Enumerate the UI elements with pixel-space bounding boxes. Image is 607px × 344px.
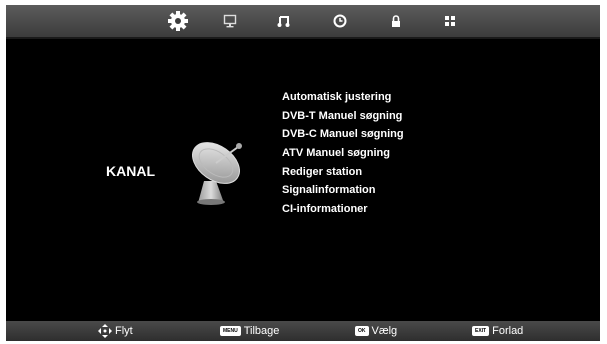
- menu-item-atv-manual-search[interactable]: ATV Manuel søgning: [282, 144, 404, 163]
- bottom-hint-bar: Flyt MENU Tilbage OK Vælg EXIT Forlad: [6, 321, 600, 341]
- exit-key-badge: EXIT: [472, 326, 490, 336]
- settings-icon[interactable]: [166, 9, 190, 33]
- satellite-dish-icon: [192, 142, 242, 205]
- dpad-icon: [98, 324, 112, 338]
- hint-move-label: Flyt: [115, 325, 133, 337]
- menu-item-edit-station[interactable]: Rediger station: [282, 163, 404, 182]
- section-title: KANAL: [106, 163, 155, 179]
- apps-icon[interactable]: [438, 9, 462, 33]
- menu-key-badge: MENU: [220, 326, 241, 336]
- hint-move: Flyt: [98, 321, 133, 341]
- hint-exit: EXIT Forlad: [472, 321, 523, 341]
- hint-back-label: Tilbage: [243, 325, 280, 337]
- menu-item-auto-tuning[interactable]: Automatisk justering: [282, 88, 404, 107]
- sound-icon[interactable]: [272, 9, 296, 33]
- lock-icon[interactable]: [384, 9, 408, 33]
- hint-back: MENU Tilbage: [220, 321, 279, 341]
- menu-item-dvbc-manual-search[interactable]: DVB-C Manuel søgning: [282, 125, 404, 144]
- tv-screen: KANAL Automatisk justering DVB-T Manuel …: [6, 5, 600, 341]
- time-icon[interactable]: [328, 9, 352, 33]
- hint-select-label: Vælg: [371, 325, 398, 337]
- channel-menu-list: Automatisk justering DVB-T Manuel søgnin…: [282, 88, 404, 219]
- hint-select: OK Vælg: [355, 321, 397, 341]
- top-menu-bar: [6, 5, 600, 39]
- menu-item-dvbt-manual-search[interactable]: DVB-T Manuel søgning: [282, 107, 404, 126]
- picture-icon[interactable]: [218, 9, 242, 33]
- menu-item-signal-info[interactable]: Signalinformation: [282, 181, 404, 200]
- menu-item-ci-info[interactable]: CI-informationer: [282, 200, 404, 219]
- ok-key-badge: OK: [355, 326, 369, 336]
- hint-exit-label: Forlad: [492, 325, 524, 337]
